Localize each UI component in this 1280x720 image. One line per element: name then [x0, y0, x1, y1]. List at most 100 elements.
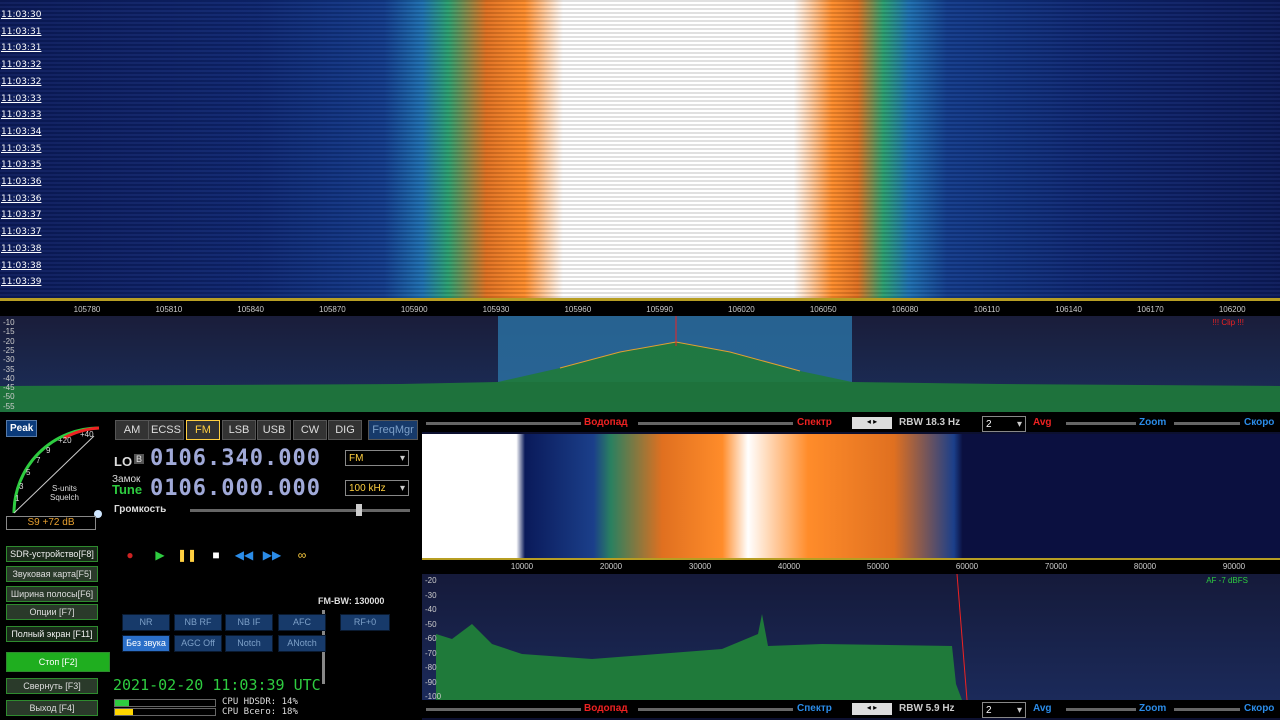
- db-scale-label: -50: [3, 392, 15, 402]
- tune-label: Tune: [112, 482, 143, 497]
- zoom-slider[interactable]: [1066, 422, 1136, 425]
- spectrum-label: Спектр: [797, 417, 832, 428]
- dsp-button[interactable]: AFC: [278, 614, 326, 631]
- forward-icon[interactable]: ▶▶: [262, 548, 282, 562]
- frequency-tick-label: 105990: [646, 305, 673, 314]
- stop-icon[interactable]: ■: [206, 548, 226, 562]
- af-level-readout: AF -7 dBFS: [1206, 576, 1248, 585]
- mode-button-am[interactable]: AM: [115, 420, 149, 440]
- record-icon[interactable]: ●: [120, 548, 140, 562]
- db-scale-label: -45: [3, 383, 15, 393]
- waterfall-slider[interactable]: [426, 422, 581, 425]
- side-button[interactable]: Стоп [F2]: [6, 652, 110, 672]
- audio-panel: Водопад Спектр ◂ ▸ RBW 18.3 Hz 2 Avg Zoo…: [422, 414, 1280, 720]
- avg-label: Avg: [1033, 703, 1052, 714]
- side-button[interactable]: Свернуть [F3]: [6, 678, 98, 694]
- volume-label: Громкость: [114, 504, 167, 515]
- audio-frequency-tick: 10000: [510, 562, 534, 571]
- pause-icon[interactable]: ❚❚: [177, 548, 197, 562]
- dsp-button[interactable]: AGC Off: [174, 635, 222, 652]
- dsp-button[interactable]: ANotch: [278, 635, 326, 652]
- mode-button-dig[interactable]: DIG: [328, 420, 362, 440]
- tune-frequency[interactable]: 0106.000.000: [150, 476, 321, 501]
- waterfall-time-label: 11:03:37: [1, 210, 42, 221]
- side-button[interactable]: Звуковая карта[F5]: [6, 566, 98, 582]
- rbw-arrows[interactable]: ◂ ▸: [852, 417, 892, 429]
- audio-db-label: -90: [425, 677, 437, 687]
- main-spectrum[interactable]: -10 -15 -20 -25 -30 -35 -40 -45 -50 -55 !!! Clip …: [0, 316, 1280, 412]
- dsp-button[interactable]: Без звука: [122, 635, 170, 652]
- dsp-button[interactable]: NB RF: [174, 614, 222, 631]
- audio-db-label: -40: [425, 605, 437, 614]
- waterfall-label: Водопад: [584, 703, 628, 714]
- frequency-tick-label: 105930: [482, 305, 510, 314]
- cpu-hdsdr-bar: [114, 699, 216, 707]
- audio-frequency-tick: 60000: [955, 562, 979, 571]
- side-button[interactable]: Ширина полосы[F6]: [6, 586, 98, 602]
- lo-mode-dropdown[interactable]: FM: [345, 450, 409, 467]
- side-button[interactable]: SDR-устройство[F8]: [6, 546, 98, 562]
- step-dropdown[interactable]: 100 kHz: [345, 480, 409, 497]
- zoom-slider[interactable]: [1066, 708, 1136, 711]
- audio-db-label: -80: [425, 663, 437, 672]
- volume-slider[interactable]: [190, 509, 410, 512]
- audio-spectrum[interactable]: -20 -30 -40 -50 -60 -70 -80 -90 -100 AF -7 dBFS: [422, 574, 1280, 701]
- waterfall-time-label: 11:03:35: [1, 143, 42, 154]
- spectrum-trace: [0, 316, 1280, 412]
- spectrum-slider[interactable]: [638, 422, 793, 425]
- waterfall-time-label: 11:03:38: [1, 260, 42, 271]
- rbw-arrows[interactable]: ◂ ▸: [852, 703, 892, 715]
- audio-waterfall[interactable]: [422, 434, 1280, 558]
- audio-db-label: -60: [425, 634, 437, 643]
- lo-badge[interactable]: B: [134, 454, 145, 464]
- audio-db-label: -50: [425, 619, 437, 629]
- side-button[interactable]: Выход [F4]: [6, 700, 98, 716]
- frequency-tick-label: 105840: [237, 305, 264, 314]
- play-icon[interactable]: ▶: [150, 548, 170, 562]
- db-scale-label: -55: [3, 401, 15, 411]
- mode-button-lsb[interactable]: LSB: [222, 420, 256, 440]
- avg-dropdown[interactable]: 2: [982, 702, 1026, 719]
- waterfall-time-label: 11:03:35: [1, 160, 42, 171]
- frequency-axis[interactable]: 105780 105810 105840 105870 105900 105930 1059…: [0, 298, 1280, 316]
- rbw-label: RBW 18.3 Hz: [899, 417, 961, 428]
- volume-slider-thumb[interactable]: [356, 504, 362, 516]
- mode-button-ecss[interactable]: ECSS: [148, 420, 184, 440]
- waterfall-time-label: 11:03:38: [1, 243, 42, 254]
- frequency-tick-label: 105810: [155, 305, 183, 314]
- db-scale-label: -20: [3, 336, 15, 346]
- waterfall-time-label: 11:03:33: [1, 93, 42, 104]
- meter-scale-label: 7: [36, 456, 41, 465]
- frequency-tick-label: 105780: [73, 305, 101, 314]
- rewind-icon[interactable]: ◀◀: [234, 548, 254, 562]
- peak-button[interactable]: Peak: [6, 420, 38, 437]
- zoom-label: Zoom: [1139, 417, 1167, 428]
- side-button[interactable]: Опции [F7]: [6, 604, 98, 620]
- cpu-total-bar: [114, 708, 216, 716]
- smeter-readout: S9 +72 dB: [6, 516, 96, 530]
- dsp-button[interactable]: NR: [122, 614, 170, 631]
- audio-db-label: -70: [425, 648, 437, 658]
- lo-frequency[interactable]: 0106.340.000: [150, 446, 321, 471]
- main-waterfall[interactable]: [0, 0, 1280, 298]
- fm-bandwidth-label: FM-BW: 130000: [318, 596, 385, 606]
- cpu-total-fill: [115, 709, 133, 715]
- avg-dropdown[interactable]: 2: [982, 416, 1026, 433]
- side-button[interactable]: Полный экран [F11]: [6, 626, 98, 642]
- loop-icon[interactable]: ∞: [290, 548, 314, 562]
- audio-frequency-tick: 90000: [1222, 562, 1246, 571]
- mode-button-fm[interactable]: FM: [186, 420, 220, 440]
- mode-button-cw[interactable]: CW: [293, 420, 327, 440]
- speed-slider[interactable]: [1174, 422, 1240, 425]
- dsp-button[interactable]: NB IF: [225, 614, 273, 631]
- waterfall-slider[interactable]: [426, 708, 581, 711]
- waterfall-time-label: 11:03:36: [1, 193, 42, 204]
- spectrum-slider[interactable]: [638, 708, 793, 711]
- waterfall-time-label: 11:03:37: [1, 227, 42, 238]
- rf-gain-button[interactable]: RF+0: [340, 614, 390, 631]
- speed-slider[interactable]: [1174, 708, 1240, 711]
- freqmgr-button[interactable]: FreqMgr: [368, 420, 418, 440]
- mode-button-usb[interactable]: USB: [257, 420, 291, 440]
- dsp-button[interactable]: Notch: [225, 635, 273, 652]
- db-scale-label: -10: [3, 318, 15, 327]
